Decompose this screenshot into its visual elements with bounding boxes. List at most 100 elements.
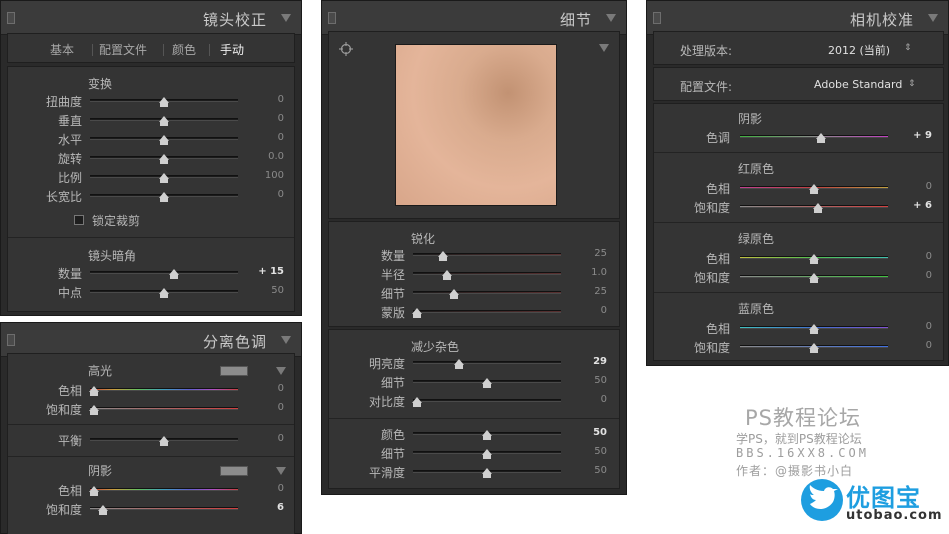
panel-switch-icon[interactable] bbox=[7, 334, 15, 346]
detail-preview-image[interactable] bbox=[395, 44, 557, 206]
slider-value[interactable]: 50 bbox=[573, 446, 607, 457]
panel-switch-icon[interactable] bbox=[328, 12, 336, 24]
slider-thumb[interactable] bbox=[809, 343, 819, 353]
camera-calibration-header[interactable]: 相机校准 bbox=[647, 1, 948, 35]
tab-profile[interactable]: 配置文件 bbox=[99, 41, 147, 58]
highlights-picker-icon[interactable] bbox=[276, 367, 286, 375]
preview-menu-icon[interactable] bbox=[599, 44, 609, 52]
slider-value[interactable]: 50 bbox=[573, 465, 607, 476]
slider-thumb[interactable] bbox=[809, 273, 819, 283]
slider-value[interactable]: 0 bbox=[573, 394, 607, 405]
slider-track[interactable] bbox=[413, 272, 561, 275]
slider-value[interactable]: 50 bbox=[573, 375, 607, 386]
split-toning-header[interactable]: 分离色调 bbox=[1, 323, 301, 357]
select-arrows-icon[interactable]: ⇕ bbox=[908, 79, 916, 89]
slider-thumb[interactable] bbox=[159, 154, 169, 164]
slider-value[interactable]: 0 bbox=[250, 483, 284, 494]
shadows-color-swatch[interactable] bbox=[220, 466, 248, 476]
profile-select[interactable]: Adobe Standard bbox=[814, 78, 902, 91]
collapse-triangle-icon[interactable] bbox=[281, 14, 291, 22]
panel-switch-icon[interactable] bbox=[7, 12, 15, 24]
slider-value[interactable]: 0 bbox=[898, 251, 932, 262]
slider-thumb[interactable] bbox=[159, 97, 169, 107]
tab-color[interactable]: 颜色 bbox=[172, 41, 196, 58]
slider-thumb[interactable] bbox=[159, 135, 169, 145]
slider-value[interactable]: 29 bbox=[573, 356, 607, 367]
slider-value[interactable]: + 9 bbox=[898, 130, 932, 141]
tab-manual[interactable]: 手动 bbox=[220, 41, 244, 58]
slider-thumb[interactable] bbox=[453, 359, 464, 369]
detail-header[interactable]: 细节 bbox=[322, 1, 626, 35]
slider-track[interactable] bbox=[90, 507, 238, 510]
slider-track[interactable] bbox=[90, 407, 238, 410]
panel-switch-icon[interactable] bbox=[653, 12, 661, 24]
slider-thumb[interactable] bbox=[437, 251, 448, 261]
slider-value[interactable]: 0 bbox=[250, 433, 284, 444]
slider-thumb[interactable] bbox=[809, 324, 819, 334]
lens-correction-header[interactable]: 镜头校正 bbox=[1, 1, 301, 35]
slider-value[interactable]: 0.0 bbox=[250, 151, 284, 162]
slider-value[interactable]: 0 bbox=[250, 132, 284, 143]
tab-basic[interactable]: 基本 bbox=[50, 41, 74, 58]
slider-value[interactable]: 50 bbox=[573, 427, 607, 438]
slider-track[interactable] bbox=[413, 291, 561, 294]
slider-track[interactable] bbox=[413, 361, 561, 364]
slider-thumb[interactable] bbox=[449, 289, 460, 299]
collapse-triangle-icon[interactable] bbox=[606, 14, 616, 22]
slider-thumb[interactable] bbox=[98, 505, 109, 515]
slider-thumb[interactable] bbox=[89, 405, 100, 415]
highlights-color-swatch[interactable] bbox=[220, 366, 248, 376]
slider-thumb[interactable] bbox=[482, 378, 492, 388]
slider-track[interactable] bbox=[740, 135, 888, 138]
shadows-picker-icon[interactable] bbox=[276, 467, 286, 475]
slider-thumb[interactable] bbox=[159, 288, 169, 298]
slider-value[interactable]: 0 bbox=[898, 340, 932, 351]
slider-thumb[interactable] bbox=[412, 397, 423, 407]
slider-track[interactable] bbox=[413, 399, 561, 402]
slider-thumb[interactable] bbox=[813, 203, 824, 213]
collapse-triangle-icon[interactable] bbox=[281, 336, 291, 344]
crosshair-target-icon[interactable] bbox=[339, 42, 353, 56]
slider-thumb[interactable] bbox=[159, 436, 169, 446]
slider-value[interactable]: 0 bbox=[898, 270, 932, 281]
slider-value[interactable]: 0 bbox=[898, 321, 932, 332]
slider-thumb[interactable] bbox=[159, 173, 169, 183]
slider-value[interactable]: 0 bbox=[250, 94, 284, 105]
slider-thumb[interactable] bbox=[159, 192, 169, 202]
slider-value[interactable]: + 6 bbox=[898, 200, 932, 211]
slider-thumb[interactable] bbox=[169, 269, 180, 279]
slider-value[interactable]: 1.0 bbox=[573, 267, 607, 278]
slider-thumb[interactable] bbox=[159, 116, 169, 126]
slider-value[interactable]: 0 bbox=[898, 181, 932, 192]
slider-thumb[interactable] bbox=[442, 270, 453, 280]
slider-value[interactable]: 0 bbox=[250, 113, 284, 124]
slider-track[interactable] bbox=[90, 488, 238, 491]
slider-thumb[interactable] bbox=[482, 430, 492, 440]
slider-value[interactable]: 25 bbox=[573, 248, 607, 259]
slider-value[interactable]: 0 bbox=[250, 189, 284, 200]
slider-value[interactable]: 25 bbox=[573, 286, 607, 297]
slider-track[interactable] bbox=[90, 388, 238, 391]
slider-thumb[interactable] bbox=[816, 133, 827, 143]
slider-value[interactable]: 0 bbox=[573, 305, 607, 316]
collapse-triangle-icon[interactable] bbox=[928, 14, 938, 22]
select-arrows-icon[interactable]: ⇕ bbox=[904, 43, 912, 53]
slider-thumb[interactable] bbox=[809, 254, 819, 264]
process-version-select[interactable]: 2012 (当前) bbox=[828, 42, 890, 58]
lock-crop-checkbox[interactable] bbox=[74, 215, 84, 225]
slider-thumb[interactable] bbox=[89, 386, 100, 396]
slider-value[interactable]: 0 bbox=[250, 383, 284, 394]
slider-thumb[interactable] bbox=[482, 449, 492, 459]
slider-track[interactable] bbox=[413, 310, 561, 313]
slider-value[interactable]: 50 bbox=[250, 285, 284, 296]
slider-value[interactable]: 100 bbox=[250, 170, 284, 181]
slider-thumb[interactable] bbox=[89, 486, 100, 496]
slider-track[interactable] bbox=[413, 253, 561, 256]
slider-thumb[interactable] bbox=[482, 468, 492, 478]
slider-thumb[interactable] bbox=[412, 308, 423, 318]
slider-track[interactable] bbox=[90, 271, 238, 274]
slider-value[interactable]: 6 bbox=[250, 502, 284, 513]
slider-value[interactable]: + 15 bbox=[250, 266, 284, 277]
slider-value[interactable]: 0 bbox=[250, 402, 284, 413]
slider-thumb[interactable] bbox=[809, 184, 819, 194]
